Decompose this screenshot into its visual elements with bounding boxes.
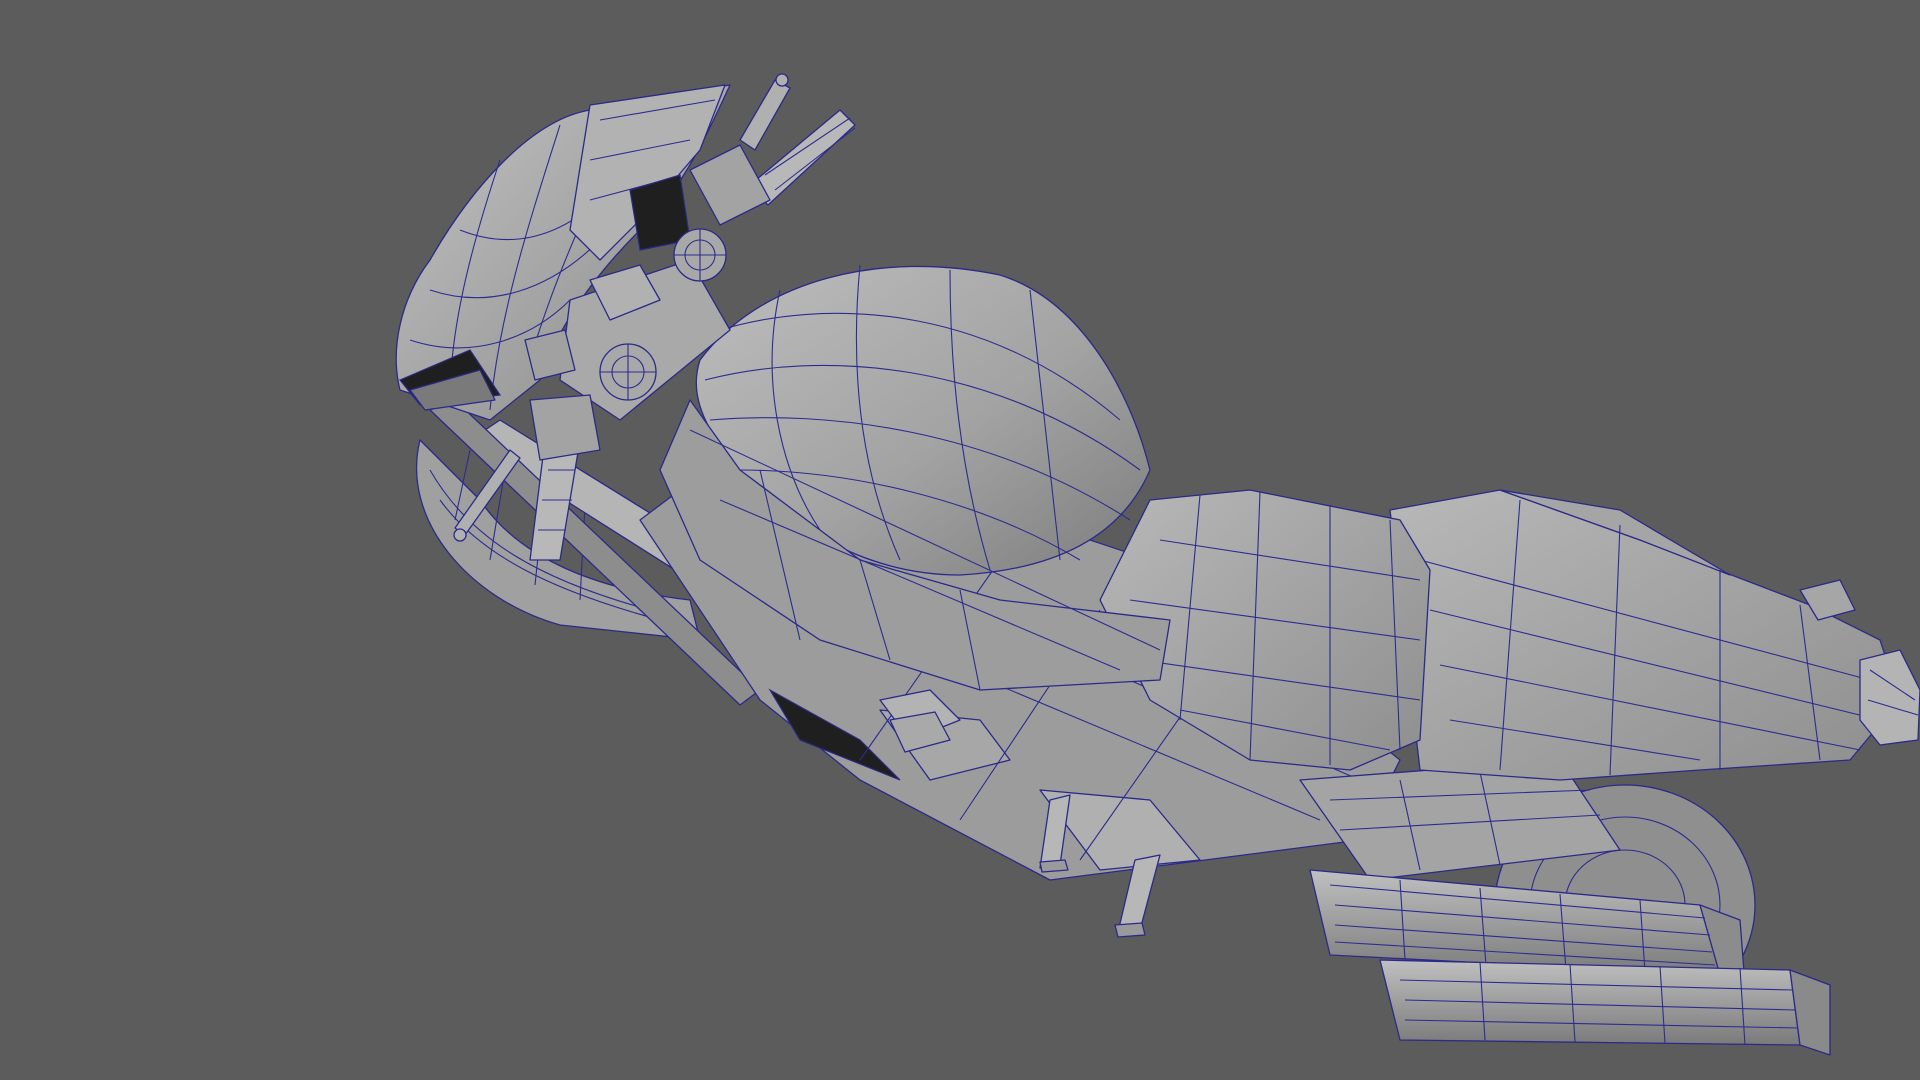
exhaust-lower[interactable] (1379, 959, 1831, 1056)
motorcycle-mesh[interactable] (395, 73, 1920, 1056)
tail-fairing[interactable] (1389, 489, 1901, 781)
3d-viewport[interactable] (0, 0, 1920, 1080)
tachometer-dial[interactable] (599, 343, 657, 401)
speedometer-dial[interactable] (673, 228, 727, 282)
viewport-canvas[interactable] (0, 0, 1920, 1080)
